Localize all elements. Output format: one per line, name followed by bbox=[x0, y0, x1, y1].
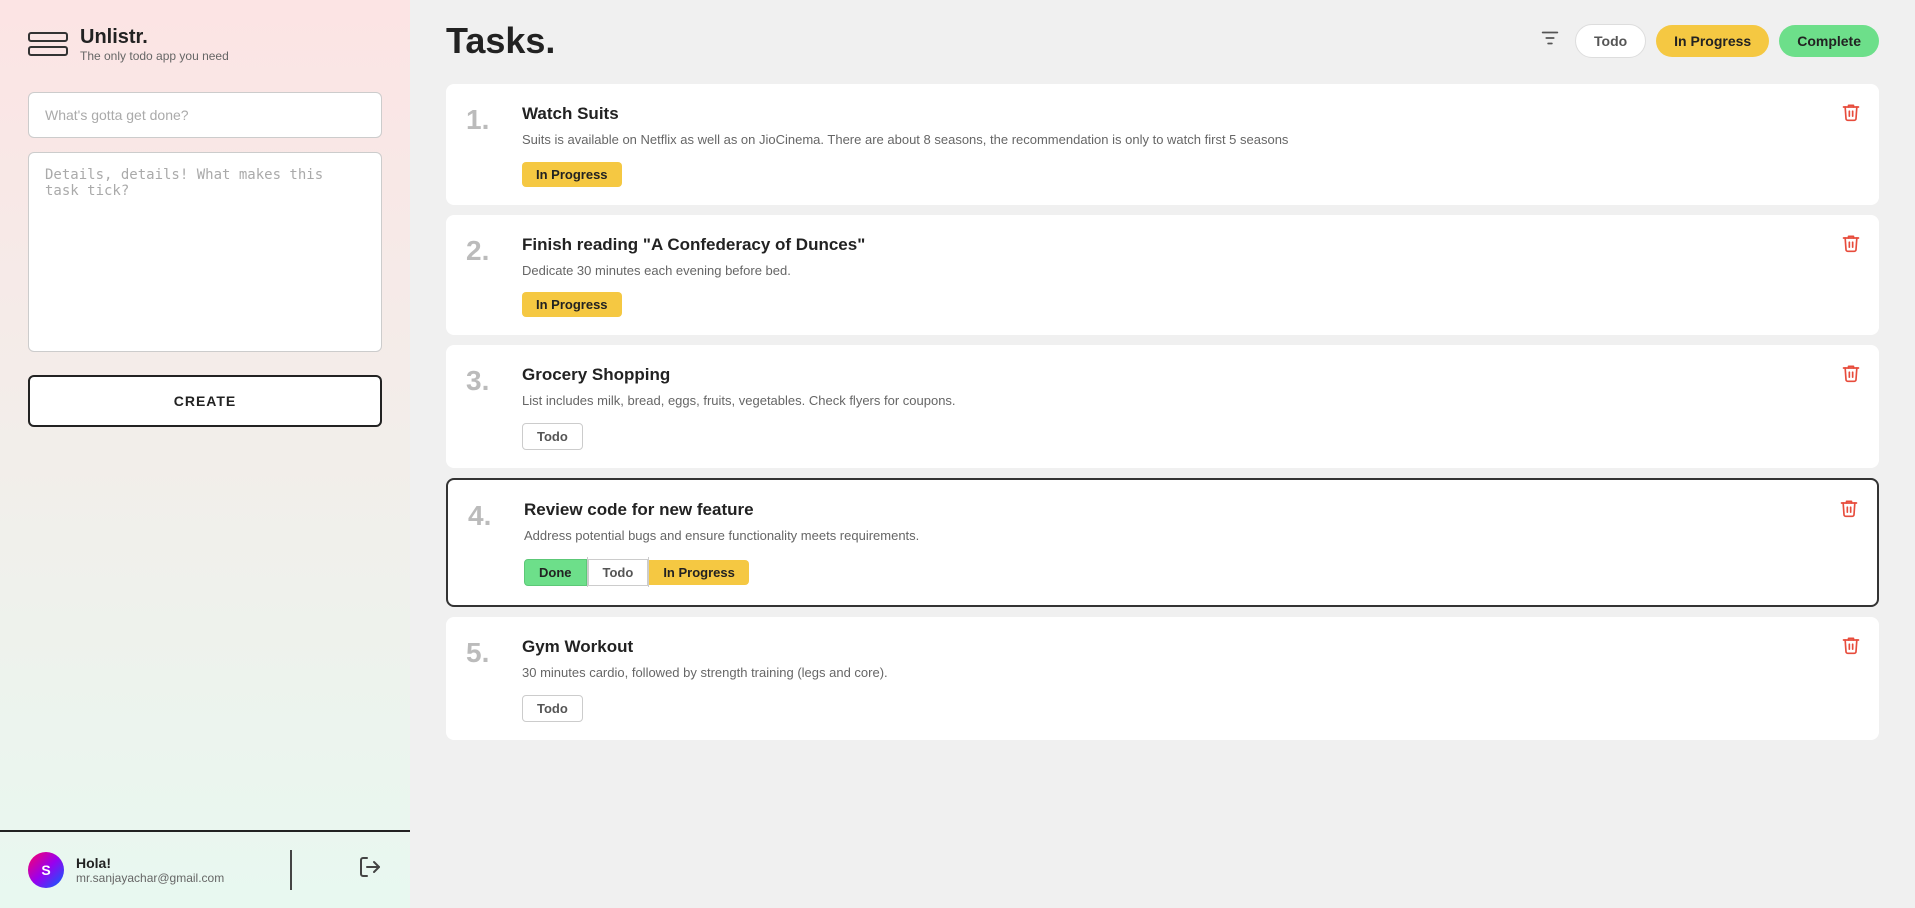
logo-icon bbox=[28, 24, 68, 64]
task-number: 5. bbox=[466, 637, 506, 667]
filter-complete-button[interactable]: Complete bbox=[1779, 25, 1879, 57]
user-email: mr.sanjayachar@gmail.com bbox=[76, 871, 224, 885]
logo-area: Unlistr. The only todo app you need bbox=[28, 24, 382, 64]
status-badge[interactable]: Todo bbox=[522, 695, 583, 722]
task-card: 4. Review code for new feature Address p… bbox=[446, 478, 1879, 608]
filter-area: Todo In Progress Complete bbox=[1539, 24, 1879, 58]
status-badge[interactable]: Todo bbox=[522, 423, 583, 450]
task-number: 4. bbox=[468, 500, 508, 530]
task-body: Watch Suits Suits is available on Netfli… bbox=[522, 104, 1859, 187]
logout-button[interactable] bbox=[358, 855, 382, 885]
status-badge[interactable]: In Progress bbox=[522, 292, 622, 317]
task-desc: Suits is available on Netflix as well as… bbox=[522, 130, 1859, 150]
task-desc: List includes milk, bread, eggs, fruits,… bbox=[522, 391, 1859, 411]
user-info: S Hola! mr.sanjayachar@gmail.com bbox=[28, 852, 224, 888]
task-name: Gym Workout bbox=[522, 637, 1859, 657]
task-card: 2. Finish reading "A Confederacy of Dunc… bbox=[446, 215, 1879, 336]
task-body: Gym Workout 30 minutes cardio, followed … bbox=[522, 637, 1859, 722]
filter-in-progress-button[interactable]: In Progress bbox=[1656, 25, 1769, 57]
status-badge[interactable]: In Progress bbox=[522, 162, 622, 187]
user-greeting: Hola! bbox=[76, 855, 224, 871]
filter-icon[interactable] bbox=[1539, 27, 1561, 55]
delete-button[interactable] bbox=[1839, 498, 1859, 524]
status-in-progress-btn[interactable]: In Progress bbox=[649, 560, 749, 585]
task-desc: 30 minutes cardio, followed by strength … bbox=[522, 663, 1859, 683]
task-body: Grocery Shopping List includes milk, bre… bbox=[522, 365, 1859, 450]
task-desc: Dedicate 30 minutes each evening before … bbox=[522, 261, 1859, 281]
delete-button[interactable] bbox=[1841, 635, 1861, 661]
status-buttons: Done Todo In Progress bbox=[524, 557, 1857, 587]
page-title: Tasks. bbox=[446, 20, 555, 62]
filter-todo-button[interactable]: Todo bbox=[1575, 24, 1646, 58]
create-button[interactable]: CREATE bbox=[28, 375, 382, 427]
main-content: Tasks. Todo In Progress Complete 1. Watc… bbox=[410, 0, 1915, 908]
task-number: 2. bbox=[466, 235, 506, 265]
tasks-list: 1. Watch Suits Suits is available on Net… bbox=[410, 74, 1915, 908]
task-card: 3. Grocery Shopping List includes milk, … bbox=[446, 345, 1879, 468]
sidebar-divider bbox=[290, 850, 292, 890]
task-desc: Address potential bugs and ensure functi… bbox=[524, 526, 1857, 546]
delete-button[interactable] bbox=[1841, 102, 1861, 128]
app-tagline: The only todo app you need bbox=[80, 49, 229, 63]
main-header: Tasks. Todo In Progress Complete bbox=[410, 0, 1915, 74]
task-name: Watch Suits bbox=[522, 104, 1859, 124]
task-number: 1. bbox=[466, 104, 506, 134]
task-body: Review code for new feature Address pote… bbox=[524, 500, 1857, 588]
task-detail-input[interactable] bbox=[28, 152, 382, 352]
status-done-btn[interactable]: Done bbox=[524, 559, 587, 586]
task-card: 1. Watch Suits Suits is available on Net… bbox=[446, 84, 1879, 205]
task-number: 3. bbox=[466, 365, 506, 395]
app-name: Unlistr. bbox=[80, 26, 229, 49]
delete-button[interactable] bbox=[1841, 363, 1861, 389]
task-card: 5. Gym Workout 30 minutes cardio, follow… bbox=[446, 617, 1879, 740]
task-name: Finish reading "A Confederacy of Dunces" bbox=[522, 235, 1859, 255]
task-name: Review code for new feature bbox=[524, 500, 1857, 520]
avatar: S bbox=[28, 852, 64, 888]
task-name: Grocery Shopping bbox=[522, 365, 1859, 385]
sidebar-bottom: S Hola! mr.sanjayachar@gmail.com bbox=[0, 830, 410, 908]
sidebar: Unlistr. The only todo app you need CREA… bbox=[0, 0, 410, 908]
task-title-input[interactable] bbox=[28, 92, 382, 138]
task-body: Finish reading "A Confederacy of Dunces"… bbox=[522, 235, 1859, 318]
status-todo-btn[interactable]: Todo bbox=[588, 559, 649, 586]
delete-button[interactable] bbox=[1841, 233, 1861, 259]
